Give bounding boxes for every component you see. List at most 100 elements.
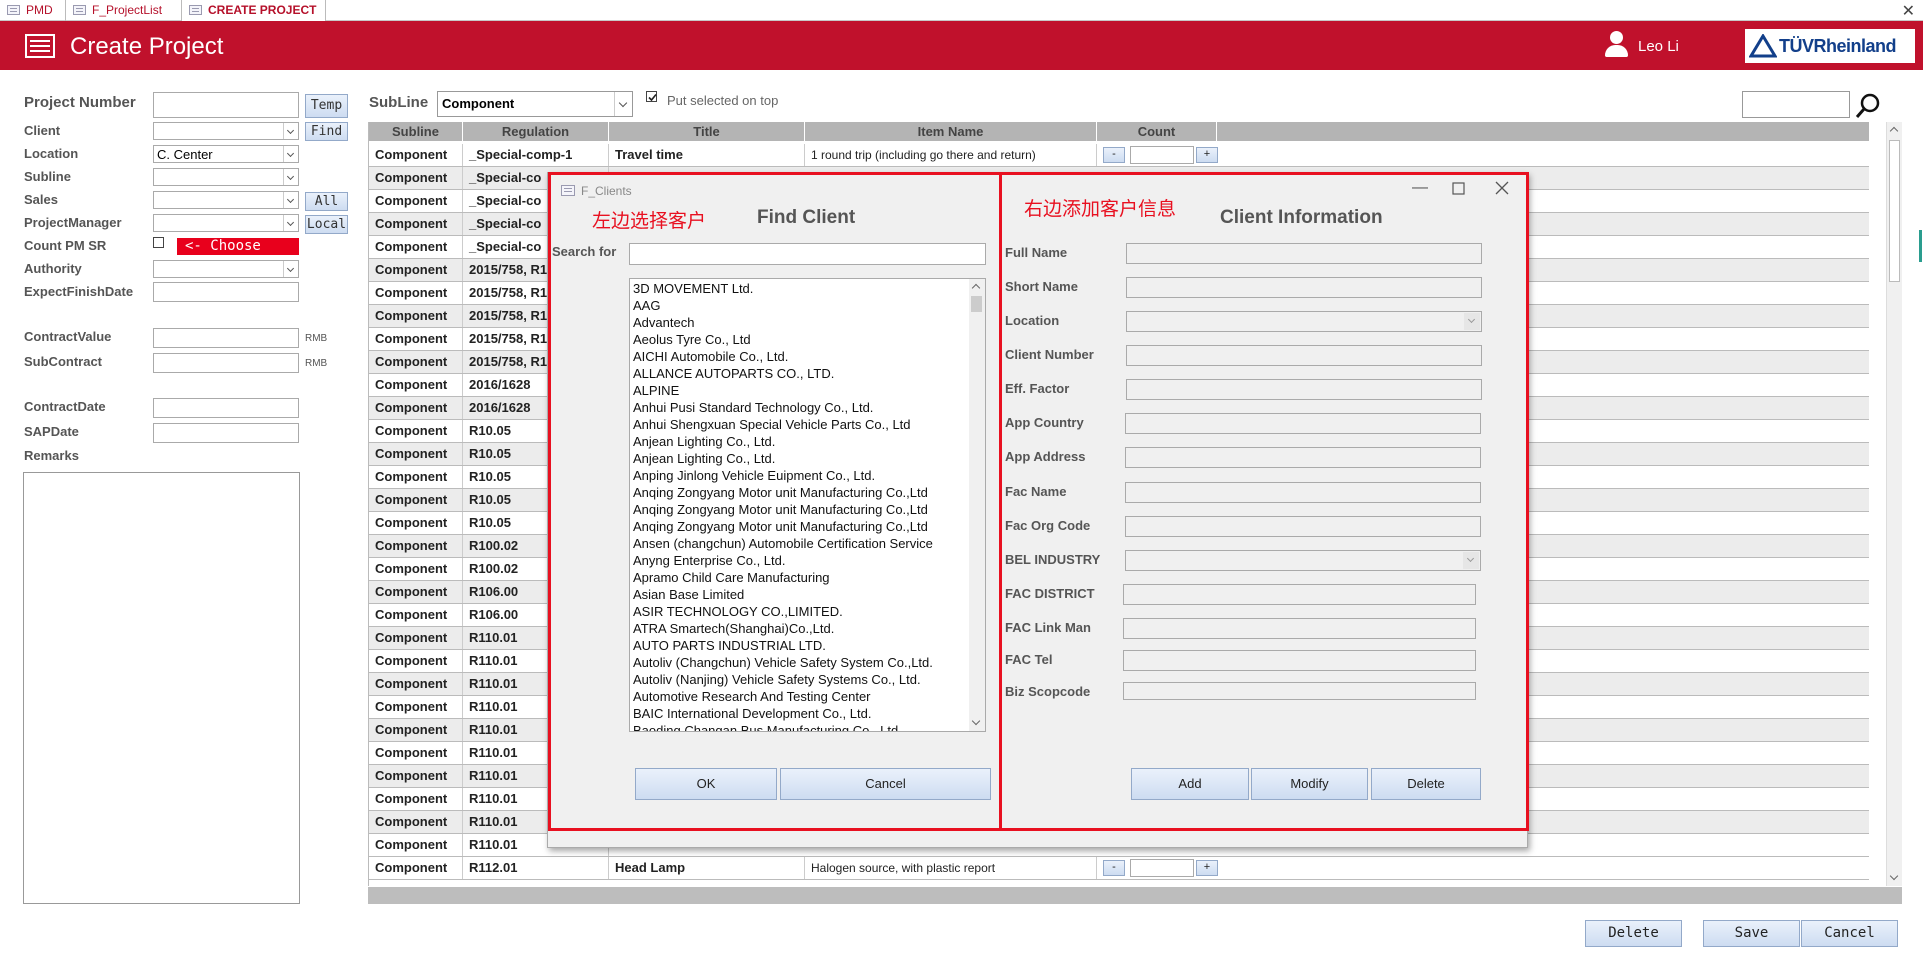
column-header-regulation[interactable]: Regulation bbox=[463, 122, 609, 141]
list-item[interactable]: Aeolus Tyre Co., Ltd bbox=[633, 331, 968, 348]
modify-button[interactable]: Modify bbox=[1251, 768, 1368, 800]
scroll-thumb[interactable] bbox=[971, 296, 982, 312]
scroll-down-icon[interactable] bbox=[1887, 870, 1903, 886]
grid-search-input[interactable] bbox=[1742, 91, 1850, 118]
column-header-subline[interactable]: Subline bbox=[369, 122, 463, 141]
cancel-button[interactable]: Cancel bbox=[1801, 920, 1898, 947]
client-field-input[interactable] bbox=[1123, 618, 1476, 639]
chevron-down-icon[interactable] bbox=[283, 215, 298, 231]
list-item[interactable]: Asian Base Limited bbox=[633, 586, 968, 603]
subcontract-input[interactable] bbox=[153, 353, 299, 373]
delete-button[interactable]: Delete bbox=[1585, 920, 1682, 947]
contract-date-input[interactable] bbox=[153, 398, 299, 418]
client-field-input[interactable] bbox=[1123, 682, 1476, 700]
list-item[interactable]: Anqing Zongyang Motor unit Manufacturing… bbox=[633, 518, 968, 535]
expect-finish-date-input[interactable] bbox=[153, 282, 299, 302]
chevron-down-icon[interactable] bbox=[283, 261, 298, 277]
list-item[interactable]: Apramo Child Care Manufacturing bbox=[633, 569, 968, 586]
local-button[interactable]: Local bbox=[305, 215, 348, 234]
client-field-input[interactable] bbox=[1126, 311, 1482, 332]
authority-combo[interactable] bbox=[153, 260, 299, 278]
client-field-input[interactable] bbox=[1125, 413, 1481, 434]
increment-button[interactable]: + bbox=[1196, 147, 1218, 163]
list-item[interactable]: ALLANCE AUTOPARTS CO., LTD. bbox=[633, 365, 968, 382]
project-manager-combo[interactable] bbox=[153, 214, 299, 232]
list-item[interactable]: Anyng Enterprise Co., Ltd. bbox=[633, 552, 968, 569]
list-item[interactable]: ALPINE bbox=[633, 382, 968, 399]
temp-button[interactable]: Temp bbox=[305, 94, 348, 118]
client-combo[interactable] bbox=[153, 122, 299, 140]
list-item[interactable]: Anqing Zongyang Motor unit Manufacturing… bbox=[633, 484, 968, 501]
client-field-input[interactable] bbox=[1126, 379, 1482, 400]
list-item[interactable]: AUTO PARTS INDUSTRIAL LTD. bbox=[633, 637, 968, 654]
client-field-input[interactable] bbox=[1125, 482, 1481, 503]
client-field-input[interactable] bbox=[1126, 243, 1482, 264]
list-item[interactable]: Anjean Lighting Co., Ltd. bbox=[633, 450, 968, 467]
scroll-thumb[interactable] bbox=[1889, 140, 1900, 282]
chevron-down-icon[interactable] bbox=[283, 123, 298, 139]
close-icon[interactable]: ✕ bbox=[1902, 1, 1915, 21]
list-item[interactable]: Ansen (changchun) Automobile Certificati… bbox=[633, 535, 968, 552]
put-selected-checkbox[interactable] bbox=[646, 91, 657, 102]
sales-combo[interactable] bbox=[153, 191, 299, 209]
ok-button[interactable]: OK bbox=[635, 768, 777, 800]
list-item[interactable]: Anping Jinlong Vehicle Euipment Co., Ltd… bbox=[633, 467, 968, 484]
list-item[interactable]: AICHI Automobile Co., Ltd. bbox=[633, 348, 968, 365]
grid-horizontal-scrollbar[interactable] bbox=[368, 887, 1902, 904]
all-button[interactable]: All bbox=[305, 192, 348, 211]
location-combo[interactable]: C. Center bbox=[153, 145, 299, 163]
client-list-scrollbar[interactable] bbox=[969, 279, 985, 731]
table-row[interactable]: Component R112.01 Head Lamp Halogen sour… bbox=[369, 857, 1869, 880]
count-input[interactable] bbox=[1130, 859, 1194, 877]
client-field-input[interactable] bbox=[1123, 650, 1476, 671]
decrement-button[interactable]: - bbox=[1103, 147, 1125, 163]
list-item[interactable]: Anhui Shengxuan Special Vehicle Parts Co… bbox=[633, 416, 968, 433]
tab-pmd[interactable]: PMD bbox=[0, 0, 66, 21]
chevron-down-icon[interactable] bbox=[1464, 313, 1480, 330]
subline-combo[interactable] bbox=[153, 168, 299, 186]
count-input[interactable] bbox=[1130, 146, 1194, 164]
list-item[interactable]: 3D MOVEMENT Ltd. bbox=[633, 280, 968, 297]
add-button[interactable]: Add bbox=[1131, 768, 1249, 800]
chevron-down-icon[interactable] bbox=[283, 146, 298, 162]
list-item[interactable]: Autoliv (Changchun) Vehicle Safety Syste… bbox=[633, 654, 968, 671]
chevron-down-icon[interactable] bbox=[283, 192, 298, 208]
client-list[interactable]: 3D MOVEMENT Ltd. AAG Advantech Aeolus Tyre … bbox=[629, 278, 986, 732]
chevron-down-icon[interactable] bbox=[1463, 552, 1479, 569]
list-item[interactable]: Automotive Research And Testing Center bbox=[633, 688, 968, 705]
list-item[interactable]: AAG bbox=[633, 297, 968, 314]
list-item[interactable]: ASIR TECHNOLOGY CO.,LIMITED. bbox=[633, 603, 968, 620]
scroll-up-icon[interactable] bbox=[1887, 122, 1903, 138]
scroll-up-icon[interactable] bbox=[969, 279, 985, 295]
chevron-down-icon[interactable] bbox=[283, 169, 298, 185]
find-button[interactable]: Find bbox=[305, 122, 348, 141]
contract-value-input[interactable] bbox=[153, 328, 299, 348]
column-header-title[interactable]: Title bbox=[609, 122, 805, 141]
list-item[interactable]: ATRA Smartech(Shanghai)Co.,Ltd. bbox=[633, 620, 968, 637]
list-item[interactable]: Autoliv (Nanjing) Vehicle Safety Systems… bbox=[633, 671, 968, 688]
search-icon[interactable] bbox=[1854, 92, 1882, 120]
column-header-item-name[interactable]: Item Name bbox=[805, 122, 1097, 141]
client-field-input[interactable] bbox=[1125, 447, 1481, 468]
client-field-input[interactable] bbox=[1123, 584, 1476, 605]
project-number-input[interactable] bbox=[153, 92, 299, 118]
list-item[interactable]: Anqing Zongyang Motor unit Manufacturing… bbox=[633, 501, 968, 518]
list-item[interactable]: Anhui Pusi Standard Technology Co., Ltd. bbox=[633, 399, 968, 416]
subline-filter-combo[interactable]: Component bbox=[437, 91, 633, 117]
chevron-down-icon[interactable] bbox=[614, 92, 632, 116]
list-item[interactable]: BAIC International Development Co., Ltd. bbox=[633, 705, 968, 722]
column-header-count[interactable]: Count bbox=[1097, 122, 1217, 141]
scroll-down-icon[interactable] bbox=[969, 715, 985, 731]
dialog-cancel-button[interactable]: Cancel bbox=[780, 768, 991, 800]
tab-create-project[interactable]: CREATE PROJECT bbox=[182, 0, 326, 21]
sap-date-input[interactable] bbox=[153, 423, 299, 443]
list-item[interactable]: Baoding Changan Bus Manufacturing Co., L… bbox=[633, 722, 968, 731]
client-field-input[interactable] bbox=[1126, 277, 1482, 298]
client-field-input[interactable] bbox=[1125, 550, 1481, 571]
count-pm-sr-checkbox[interactable] bbox=[153, 237, 164, 248]
remarks-textarea[interactable] bbox=[23, 472, 300, 904]
table-row[interactable]: Component _Special-comp-1 Travel time 1 … bbox=[369, 144, 1869, 167]
choose-button[interactable]: <- Choose bbox=[177, 238, 299, 255]
increment-button[interactable]: + bbox=[1196, 860, 1218, 876]
list-item[interactable]: Advantech bbox=[633, 314, 968, 331]
